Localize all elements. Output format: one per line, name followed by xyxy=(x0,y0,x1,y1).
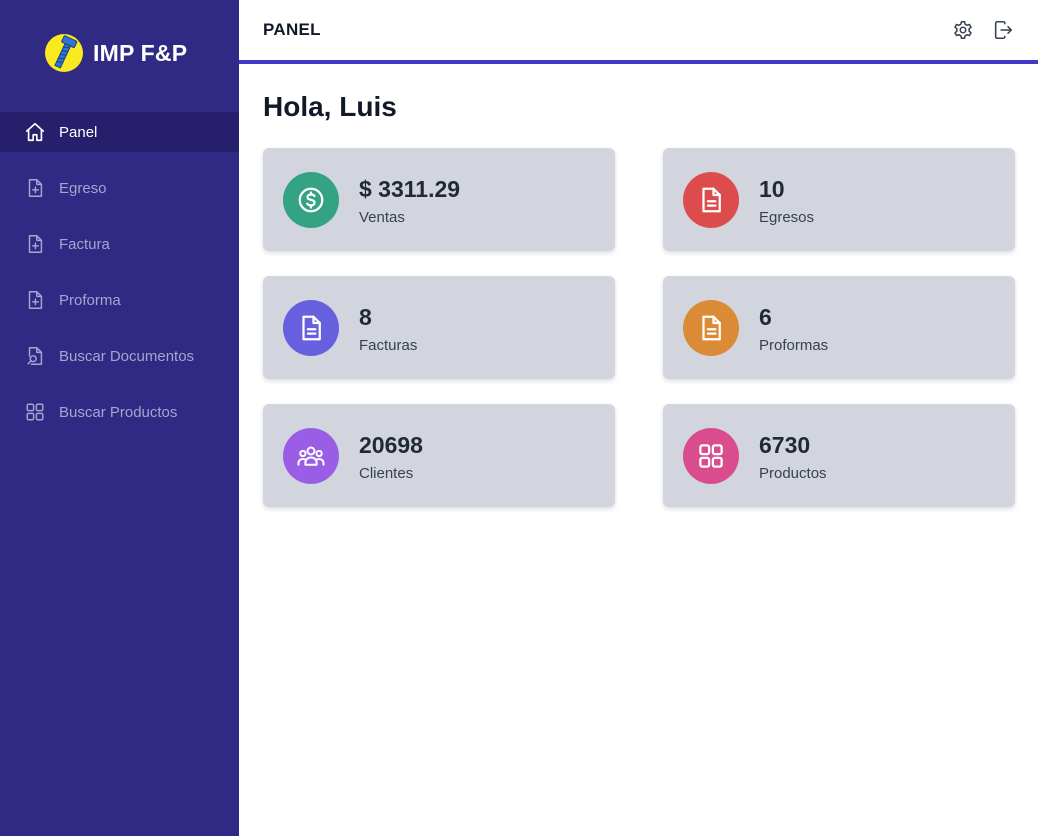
stat-card-egresos[interactable]: 10 Egresos xyxy=(663,148,1015,251)
sidebar-item-buscar-productos[interactable]: Buscar Productos xyxy=(0,392,239,432)
home-icon xyxy=(24,121,46,143)
stat-icon-circle xyxy=(283,300,339,356)
sidebar-item-panel[interactable]: Panel xyxy=(0,112,239,152)
stat-icon-circle xyxy=(283,428,339,484)
brand-name: IMP F&P xyxy=(93,39,188,66)
sidebar-item-label: Factura xyxy=(59,235,110,253)
stat-icon-circle xyxy=(683,428,739,484)
stat-value: $ 3311.29 xyxy=(359,176,461,202)
stat-icon-circle xyxy=(683,300,739,356)
top-bar: PANEL xyxy=(239,0,1038,64)
stat-value: 20698 xyxy=(359,432,423,458)
sidebar-item-label: Buscar Productos xyxy=(59,403,178,421)
stat-icon-circle xyxy=(283,172,339,228)
page-title: PANEL xyxy=(263,20,321,39)
grid-icon xyxy=(699,444,723,468)
stat-value: 6730 xyxy=(759,432,811,458)
sidebar-nav: Panel Egreso Factura Proforma Buscar Doc… xyxy=(0,112,239,448)
dollar-icon xyxy=(298,187,324,213)
stat-card-ventas[interactable]: $ 3311.29 Ventas xyxy=(263,148,615,251)
document-icon xyxy=(702,187,721,213)
sidebar: IMP F&P Panel Egreso Factura Proforma Bu… xyxy=(0,0,239,836)
stat-value: 8 xyxy=(359,304,372,330)
users-icon xyxy=(297,446,325,466)
stat-label: Ventas xyxy=(359,209,405,226)
stat-value: 6 xyxy=(759,304,772,330)
brand[interactable]: IMP F&P xyxy=(44,33,187,73)
sidebar-item-egreso[interactable]: Egreso xyxy=(0,168,239,208)
sidebar-item-proforma[interactable]: Proforma xyxy=(0,280,239,320)
document-plus-icon xyxy=(24,233,46,255)
stat-card-facturas[interactable]: 8 Facturas xyxy=(263,276,615,379)
stat-label: Facturas xyxy=(359,337,418,354)
grid-icon xyxy=(24,401,46,423)
stat-card-productos[interactable]: 6730 Productos xyxy=(663,404,1015,507)
stat-label: Egresos xyxy=(759,209,815,226)
gear-icon[interactable] xyxy=(952,19,974,41)
stat-card-proformas[interactable]: 6 Proformas xyxy=(663,276,1015,379)
sidebar-item-label: Panel xyxy=(59,123,98,141)
document-icon xyxy=(702,315,721,341)
document-plus-icon xyxy=(24,289,46,311)
sidebar-item-label: Buscar Documentos xyxy=(59,347,195,365)
greeting: Hola, Luis xyxy=(263,91,397,122)
sidebar-item-buscar-documentos[interactable]: Buscar Documentos xyxy=(0,336,239,376)
sidebar-item-factura[interactable]: Factura xyxy=(0,224,239,264)
logout-icon[interactable] xyxy=(992,19,1014,41)
document-plus-icon xyxy=(24,177,46,199)
sidebar-item-label: Proforma xyxy=(59,291,121,309)
sidebar-item-label: Egreso xyxy=(59,179,107,197)
document-icon xyxy=(302,315,321,341)
stat-label: Clientes xyxy=(359,465,414,482)
stat-label: Proformas xyxy=(759,337,829,354)
bolt-logo-icon xyxy=(45,34,83,72)
stat-label: Productos xyxy=(759,465,827,482)
stat-icon-circle xyxy=(683,172,739,228)
document-search-icon xyxy=(24,345,46,367)
stat-value: 10 xyxy=(759,176,785,202)
stat-card-clientes[interactable]: 20698 Clientes xyxy=(263,404,615,507)
